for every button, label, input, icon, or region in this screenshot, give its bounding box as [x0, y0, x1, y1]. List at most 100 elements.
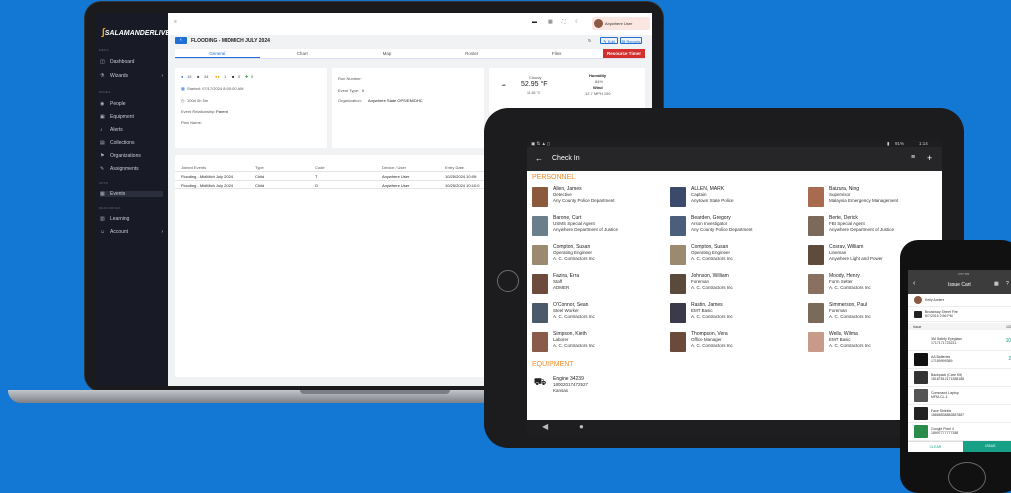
list-item[interactable]: Simpson, Kieth Laborer A. C. Contractors I…: [532, 331, 667, 358]
item-text: Backpack (Care Kit) 18187812171288188: [931, 373, 1011, 381]
list-item[interactable]: Bearden, Gregory Arson Investigator Any Co…: [670, 215, 805, 242]
list-item[interactable]: ALLEN, MARK Captain Anytown State Police: [670, 186, 805, 213]
page-title: Check In: [552, 155, 580, 162]
back-arrow-icon[interactable]: ←: [535, 154, 543, 163]
sidebar-item-equipment[interactable]: ▣ Equipment: [100, 114, 163, 120]
tab-general[interactable]: General: [175, 49, 260, 58]
person-text: Compton, Susan Operating Engineer A. C. Co…: [691, 244, 733, 271]
table-cell: Child: [255, 174, 265, 179]
clock-icon: ◷: [181, 98, 185, 103]
list-item[interactable]: Allen, James Detective Any County Police D…: [532, 186, 667, 213]
dark-mode-icon[interactable]: ☾: [575, 19, 579, 25]
list-item[interactable]: ⛟ Engine 34239 18002017472527 Kansas: [532, 376, 667, 403]
apps-grid-icon[interactable]: ▦: [548, 19, 553, 25]
device-count: 0: [238, 74, 241, 79]
table-cell: T: [315, 174, 318, 179]
wind-value: 12.7 MPH 150: [585, 91, 611, 96]
list-item[interactable]: O'Connor, Sean Steel Worker A. C. Contract…: [532, 302, 667, 329]
plan-label: Plan Name:: [181, 120, 202, 125]
humidity-value: 84%: [595, 79, 604, 84]
list-item[interactable]: Fazira, Erra Staff ADMER: [532, 273, 667, 300]
phone-home-button[interactable]: [948, 462, 986, 493]
list-item[interactable]: Baizura, Ning Supervisor Malaysia Emergenc…: [808, 186, 942, 213]
item-id: 18888838882887887: [931, 413, 965, 417]
back-chevron-icon[interactable]: ‹: [913, 280, 915, 287]
avatar: [914, 296, 922, 304]
list-item[interactable]: Johnson, William Foreman A. C. Contractors…: [670, 273, 805, 300]
tab-files[interactable]: Files: [514, 49, 599, 58]
list-item[interactable]: Compton, Susan Operating Engineer A. C. Co…: [532, 244, 667, 271]
item-quantity: 100: [1005, 338, 1011, 344]
people-icon: ◉: [100, 101, 105, 107]
station-icon: [914, 310, 922, 318]
list-item[interactable]: Berte, Derick FBI Special Agent Anywhere D…: [808, 215, 942, 242]
person-text: Fazira, Erra Staff ADMER: [553, 273, 579, 300]
sidebar-item-collections[interactable]: ▤ Collections: [100, 140, 163, 146]
list-item[interactable]: Compton, Susan Operating Engineer A. C. Co…: [670, 244, 805, 271]
back-button[interactable]: ‹: [175, 37, 187, 44]
sidebar-item-account[interactable]: ☺ Account ›: [100, 229, 163, 235]
refresh-icon[interactable]: ↻: [588, 38, 591, 43]
list-item[interactable]: Google Pixel 4 18997777777288: [908, 422, 1011, 441]
sidebar-section-resources: RESOURCES: [99, 206, 121, 210]
humidity-label: Humidity: [589, 73, 607, 78]
person-photo: [532, 216, 548, 236]
tab-chart[interactable]: Chart: [260, 49, 345, 58]
sidebar-item-people[interactable]: ◉ People: [100, 101, 163, 107]
status-time: 1:14: [919, 141, 928, 146]
station-row[interactable]: Broadway Street Fire 8/7/2019 2:56 PM: [908, 307, 1011, 322]
issue-button[interactable]: ISSUE: [963, 441, 1011, 452]
list-item[interactable]: Rastin, James EMT Basic A. C. Contractors …: [670, 302, 805, 329]
page-title: Issue Cart: [948, 282, 971, 288]
person-text: Simpson, Kieth Laborer A. C. Contractors I…: [553, 331, 595, 358]
assigned-person[interactable]: Kelly Anders: [908, 294, 1011, 307]
edit-button[interactable]: ✎ Edit: [600, 37, 618, 44]
issue-header: Issue 120: [908, 323, 1011, 330]
filter-icon[interactable]: ≡: [911, 154, 915, 161]
clear-button[interactable]: CLEAR: [908, 441, 963, 452]
list-item[interactable]: Face Shields 18888838882887887: [908, 404, 1011, 423]
sidebar-item-organizations[interactable]: ⚑ Organizations: [100, 153, 163, 159]
tab-map[interactable]: Map: [345, 49, 430, 58]
personnel-section-title: PERSONNEL: [532, 174, 576, 181]
menu-icon[interactable]: ≡: [174, 19, 177, 25]
user-menu[interactable]: Anywhere User: [592, 17, 650, 30]
person-photo: [808, 274, 824, 294]
sidebar-item-assignments[interactable]: ✎ Assignments: [100, 166, 163, 172]
help-icon[interactable]: ?: [1006, 281, 1009, 287]
group-count: 1: [224, 74, 227, 79]
tab-resource-timer[interactable]: Resource Timer: [602, 49, 645, 58]
item-id: 1717171723231: [931, 341, 957, 345]
sidebar-item-dashboard[interactable]: ◫ Dashboard: [100, 59, 163, 65]
grid-icon[interactable]: ▦: [994, 281, 999, 287]
person-agency: A. C. Contractors Inc: [691, 255, 733, 261]
list-item[interactable]: Backpack (Care Kit) 18187812171288188: [908, 368, 1011, 387]
list-item[interactable]: Thompson, Vera Office Manager A. C. Contra…: [670, 331, 805, 358]
fullscreen-icon[interactable]: ⛶: [562, 19, 566, 25]
started-text: Started: 07/17/2024 8:00:00 AM: [187, 86, 244, 91]
add-icon[interactable]: +: [927, 153, 932, 163]
sidebar-item-learning[interactable]: ▥ Learning: [100, 216, 163, 222]
person-photo: [808, 245, 824, 265]
calendar-icon: ▦: [100, 191, 105, 197]
sidebar-item-events[interactable]: ▦ Events: [100, 191, 163, 197]
list-item[interactable]: 3M Safety Eyeglass1717171723231100: [908, 332, 1011, 351]
tablet-app-bar: ← Check In ≡ +: [527, 147, 942, 171]
flag-us-icon[interactable]: ▬: [532, 19, 537, 25]
sidebar-item-alerts[interactable]: ♪ Alerts: [100, 127, 163, 133]
tab-roster[interactable]: Roster: [429, 49, 514, 58]
nav-back-icon[interactable]: ◀: [542, 422, 548, 431]
item-icon: [914, 424, 928, 438]
list-item[interactable]: Command Laptop MFM-CL-1: [908, 386, 1011, 405]
list-item[interactable]: Barone, Curt USMS Special Agent Anywhere D…: [532, 215, 667, 242]
reports-icon: ▤: [621, 39, 626, 44]
run-label: Run Number:: [338, 76, 362, 81]
learning-icon: ▥: [100, 216, 105, 222]
item-id: 17189999389: [931, 359, 953, 363]
reports-button[interactable]: ▤ Reports: [620, 37, 642, 44]
nav-home-icon[interactable]: ●: [579, 422, 584, 431]
person-agency: Anywhere Light and Power: [829, 255, 883, 261]
list-item[interactable]: AA Batteries1718999938922: [908, 350, 1011, 369]
sidebar-item-wizards[interactable]: ⚗ Wizards ›: [100, 73, 163, 79]
person-text: Simmerson, Paul Foreman A. C. Contractors …: [829, 302, 871, 329]
